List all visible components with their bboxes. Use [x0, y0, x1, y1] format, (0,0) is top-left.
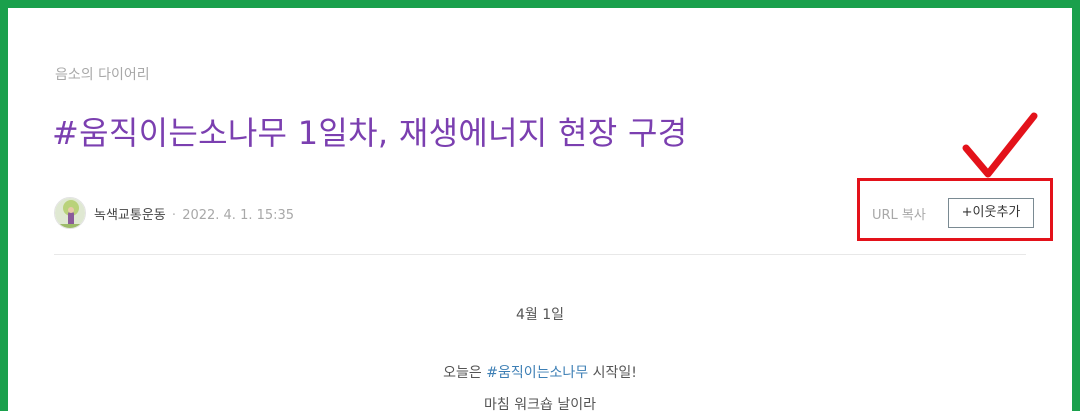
content-line-1: 오늘은 #움직이는소나무 시작일! — [0, 362, 1080, 382]
post-meta: 녹색교통운동 · 2022. 4. 1. 15:35 — [94, 204, 294, 223]
content-line-2: 마침 워크숍 날이라 — [484, 397, 596, 413]
content-line-1-prefix: 오늘은 — [443, 365, 487, 381]
post-title: #움직이는소나무 1일차, 재생에너지 현장 구경 — [52, 114, 688, 152]
post-date: 2022. 4. 1. 15:35 — [182, 208, 295, 223]
author-avatar[interactable] — [54, 197, 86, 229]
content-heading: 4월 1일 — [515, 307, 565, 323]
annotation-highlight-box — [857, 178, 1053, 241]
meta-separator: · — [171, 208, 177, 223]
author-name[interactable]: 녹색교통운동 — [94, 208, 166, 223]
checkmark-icon — [962, 112, 1038, 178]
header-divider — [54, 254, 1026, 255]
content-line-1-suffix: 시작일! — [588, 365, 637, 381]
content-hashtag-link[interactable]: #움직이는소나무 — [486, 365, 588, 381]
blog-category[interactable]: 음소의 다이어리 — [55, 64, 150, 84]
